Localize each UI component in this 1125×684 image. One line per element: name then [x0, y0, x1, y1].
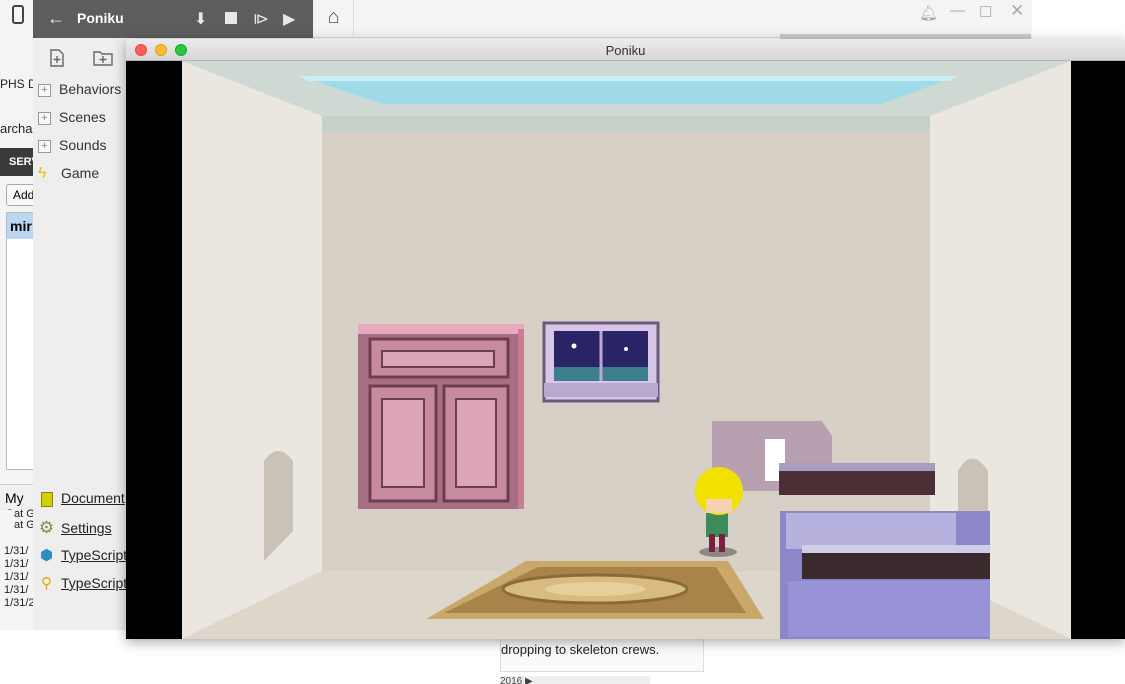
- expand-icon[interactable]: +: [38, 111, 51, 125]
- tree-item-label: Scenes: [59, 109, 106, 125]
- link-typescript-1[interactable]: ⬢ TypeScript: [38, 546, 127, 564]
- background-footer: 2016 ▶: [500, 676, 650, 684]
- log-line: 1/31/: [4, 558, 29, 570]
- link-label: Settings: [61, 520, 112, 536]
- tree-item-behaviors[interactable]: + Behaviors: [38, 81, 121, 97]
- link-label: Document: [61, 490, 125, 506]
- minimize-icon[interactable]: —: [950, 2, 965, 19]
- night-window: [542, 321, 660, 403]
- link-label: TypeScript: [61, 575, 128, 591]
- download-icon[interactable]: ⬇: [194, 9, 207, 29]
- expand-icon[interactable]: +: [38, 139, 51, 153]
- close-icon[interactable]: ✕: [1010, 1, 1024, 21]
- link-documentation[interactable]: Document: [38, 490, 125, 507]
- new-folder-icon[interactable]: [93, 50, 113, 71]
- serv-tab[interactable]: SERV: [0, 148, 34, 176]
- search-fragment: PHS D: [0, 77, 34, 91]
- step-icon[interactable]: ⧐: [253, 9, 269, 29]
- app-title: Poniku: [77, 10, 124, 26]
- tree-item-label: Behaviors: [59, 81, 122, 97]
- link-settings[interactable]: ⚙ Settings: [38, 518, 112, 538]
- my-tab[interactable]: My S: [0, 484, 34, 510]
- server-list[interactable]: [6, 212, 36, 470]
- bell-icon[interactable]: 🔔︎: [919, 4, 938, 22]
- log-line: 1/31/: [4, 584, 29, 596]
- stop-icon[interactable]: [225, 12, 237, 24]
- book-icon: [38, 490, 55, 507]
- link-label: TypeScript: [61, 547, 128, 563]
- game-scene[interactable]: [182, 61, 1071, 639]
- maximize-icon[interactable]: ☐: [979, 3, 992, 21]
- left-wall: [182, 61, 322, 639]
- server-list-selected-item[interactable]: mir: [7, 213, 35, 239]
- link-typescript-2[interactable]: ⚲ TypeScript: [38, 574, 127, 592]
- gear-icon: ⚙: [38, 518, 55, 537]
- lightning-icon: ϟ: [38, 165, 47, 182]
- tree-item-scenes[interactable]: + Scenes: [38, 109, 106, 125]
- tree-item-label: Game: [61, 165, 100, 181]
- tree-item-sounds[interactable]: + Sounds: [38, 137, 106, 153]
- tree-item-label: Sounds: [59, 137, 107, 153]
- home-icon[interactable]: ⌂: [314, 0, 354, 36]
- room-scene: [182, 61, 1071, 639]
- new-file-icon[interactable]: [49, 49, 65, 72]
- log-line: 1/31/: [4, 545, 29, 557]
- background-article-text: dropping to skeleton crews.: [500, 638, 704, 672]
- tree-item-game[interactable]: ϟ Game: [38, 165, 99, 183]
- game-window-title: Poniku: [605, 43, 646, 58]
- log-line: 1/31/: [4, 571, 29, 583]
- back-arrow-icon[interactable]: ←: [47, 8, 65, 29]
- wardrobe: [358, 324, 524, 509]
- magnifier-icon: ⚲: [41, 575, 52, 592]
- add-button[interactable]: Add: [6, 184, 36, 206]
- cube-icon: ⬢: [39, 547, 54, 564]
- search-label: archa: [0, 121, 33, 136]
- phone-icon: [12, 5, 24, 24]
- editor-toolbar: [33, 0, 313, 38]
- expand-icon[interactable]: +: [38, 83, 51, 97]
- game-window[interactable]: Poniku: [126, 39, 1125, 639]
- play-icon[interactable]: ▶: [283, 9, 295, 29]
